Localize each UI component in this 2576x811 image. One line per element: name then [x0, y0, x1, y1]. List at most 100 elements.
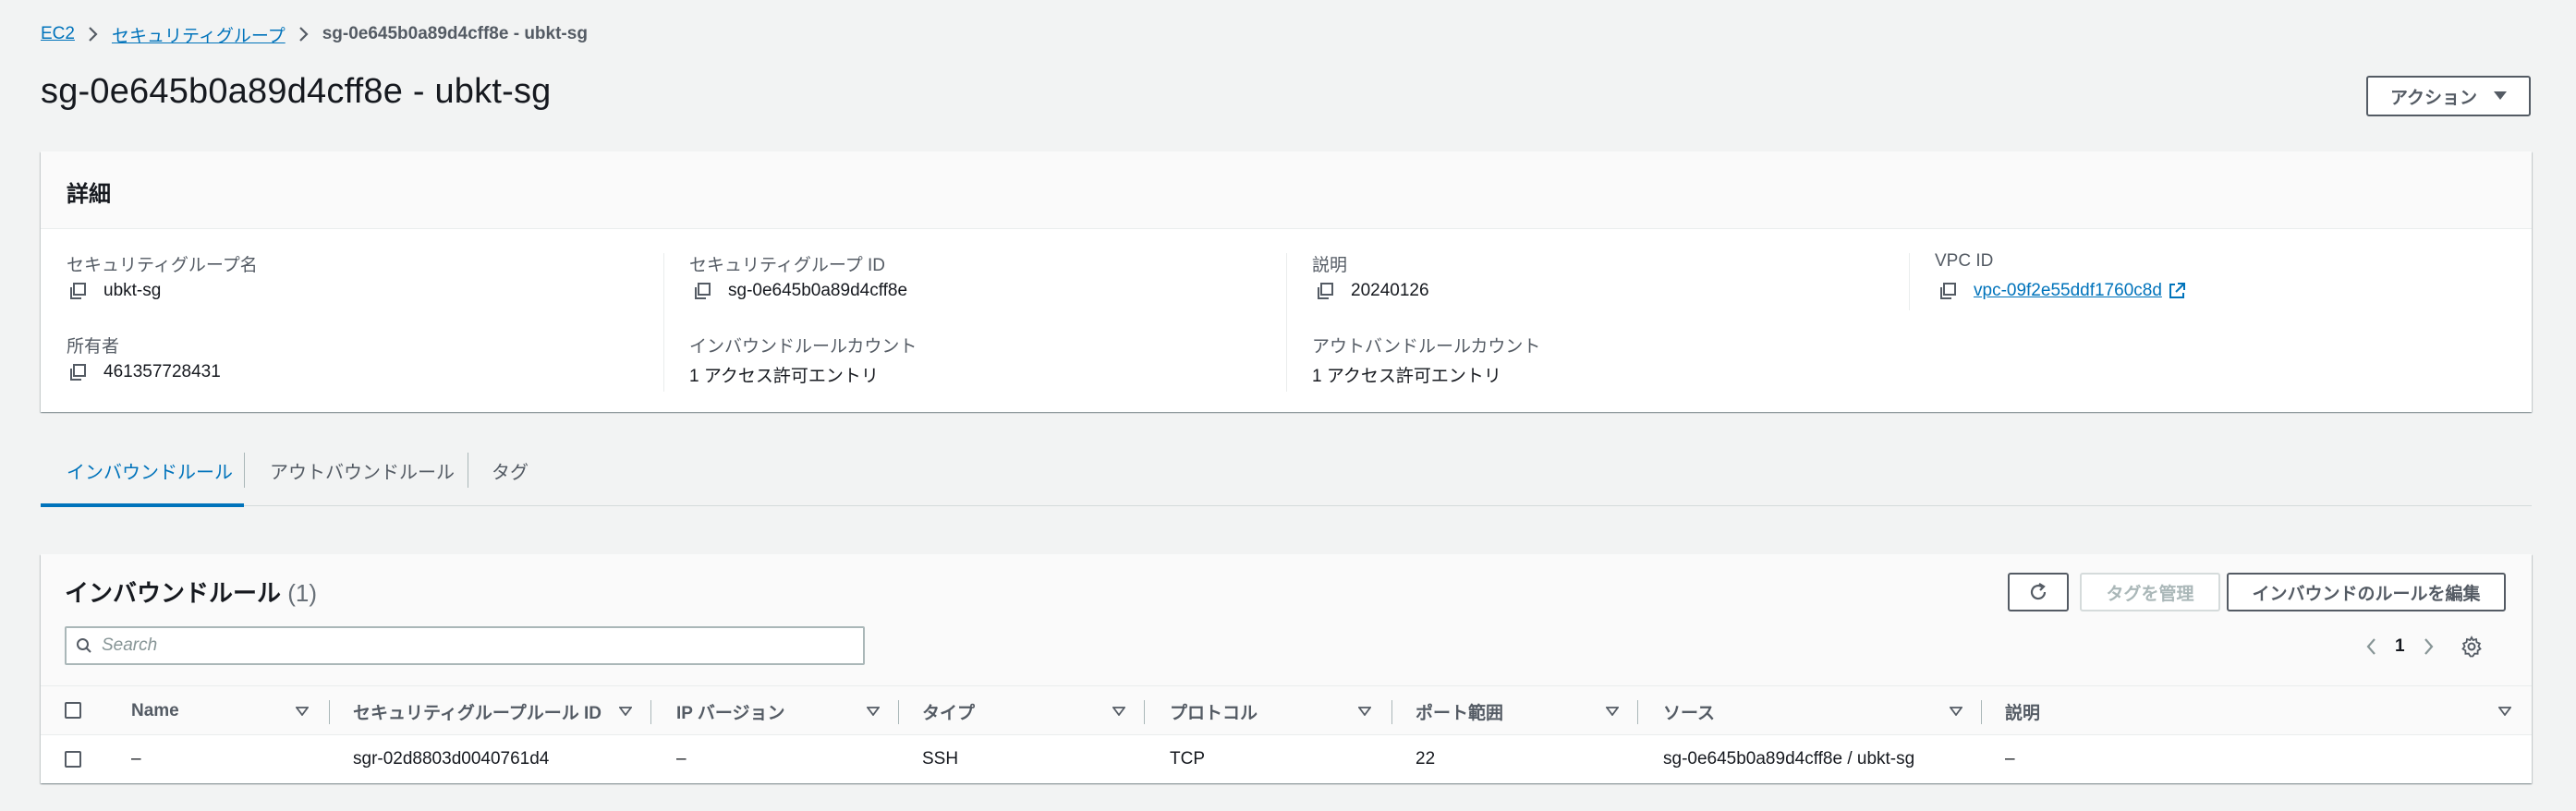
angle-left-icon[interactable] [2362, 637, 2382, 656]
vpc-id-link[interactable]: vpc-09f2e55ddf1760c8d [1974, 281, 2162, 301]
column-header-protocol[interactable]: プロトコル [1170, 686, 1258, 736]
details-panel-header: 詳細 [41, 151, 2532, 229]
cell-name: – [131, 749, 141, 769]
sort-caret-icon[interactable] [296, 686, 309, 736]
edit-inbound-rules-label: インバウンドのルールを編集 [2252, 584, 2481, 604]
column-divider [898, 700, 899, 724]
copy-icon[interactable] [68, 363, 87, 381]
column-header-name[interactable]: Name [131, 686, 179, 736]
page-number[interactable]: 1 [2395, 636, 2405, 657]
details-panel: 詳細 セキュリティグループ名 ubkt-sg セキュリティグループ ID sg-… [41, 151, 2532, 412]
security-group-name-label: セキュリティグループ名 [67, 256, 258, 275]
owner-value: 461357728431 [68, 362, 221, 382]
inbound-rules-title-text: インバウンドルール [65, 579, 282, 607]
angle-right-icon[interactable] [2418, 637, 2438, 656]
column-header-port-range[interactable]: ポート範囲 [1416, 686, 1503, 736]
search-icon [67, 637, 92, 654]
breadcrumb-security-groups-link[interactable]: セキュリティグループ [112, 22, 286, 47]
security-group-name-value: ubkt-sg [68, 281, 161, 301]
refresh-button[interactable] [2008, 573, 2069, 611]
tab-outbound-rules[interactable]: アウトバウンドルール [270, 434, 455, 506]
description-label: 説明 [1312, 256, 1348, 275]
column-divider [650, 700, 651, 724]
column-header-rule-id[interactable]: セキュリティグループルール ID [353, 686, 601, 736]
select-all-checkbox[interactable] [65, 702, 81, 719]
tab-tags-label: タグ [492, 462, 529, 483]
copy-icon[interactable] [1938, 282, 1957, 300]
caret-down-icon [2494, 91, 2508, 101]
owner-text: 461357728431 [103, 362, 221, 381]
pagination: 1 [2362, 630, 2483, 663]
cell-protocol: TCP [1170, 749, 1205, 769]
chevron-right-icon [286, 26, 322, 42]
inbound-rules-count: (1) [287, 579, 318, 607]
column-header-type[interactable]: タイプ [922, 686, 975, 736]
description-value: 20240126 [1316, 281, 1429, 301]
security-group-name-text: ubkt-sg [103, 281, 162, 300]
tab-divider [244, 453, 245, 488]
column-divider [1391, 700, 1392, 724]
column-header-source[interactable]: ソース [1663, 686, 1715, 736]
manage-tags-button[interactable]: タグを管理 [2080, 573, 2220, 611]
column-header-ip-version[interactable]: IP バージョン [676, 686, 785, 736]
sort-caret-icon[interactable] [619, 686, 632, 736]
column-divider [663, 253, 664, 392]
column-divider [329, 700, 330, 724]
actions-button[interactable]: アクション [2366, 76, 2531, 116]
details-title: 詳細 [67, 182, 111, 207]
page-title: sg-0e645b0a89d4cff8e - ubkt-sg [41, 72, 552, 111]
search-box[interactable] [65, 626, 865, 665]
tab-outbound-rules-label: アウトバウンドルール [270, 462, 455, 483]
column-divider [1286, 253, 1287, 392]
tab-inbound-rules[interactable]: インバウンドルール [41, 434, 244, 507]
column-divider [1144, 700, 1145, 724]
copy-icon[interactable] [693, 282, 711, 300]
outbound-rule-count-value: 1 アクセス許可エントリ [1312, 367, 1501, 386]
copy-icon[interactable] [68, 282, 87, 300]
column-divider [1909, 253, 1910, 310]
breadcrumb-ec2-link[interactable]: EC2 [41, 24, 75, 44]
manage-tags-label: タグを管理 [2106, 584, 2194, 604]
sort-caret-icon[interactable] [867, 686, 880, 736]
vpc-id-label: VPC ID [1935, 251, 1994, 271]
edit-inbound-rules-button[interactable]: インバウンドのルールを編集 [2227, 573, 2506, 611]
cell-description: – [2005, 749, 2015, 769]
column-header-description[interactable]: 説明 [2005, 686, 2040, 736]
column-divider [1981, 700, 1982, 724]
sort-caret-icon[interactable] [2498, 686, 2511, 736]
actions-button-label: アクション [2389, 88, 2478, 108]
sort-caret-icon[interactable] [1112, 686, 1125, 736]
external-link-icon[interactable] [2168, 282, 2186, 300]
tab-tags[interactable]: タグ [492, 434, 529, 506]
tab-inbound-rules-label: インバウンドルール [67, 462, 233, 483]
copy-icon[interactable] [1316, 282, 1334, 300]
search-input[interactable] [102, 629, 863, 662]
sort-caret-icon[interactable] [1950, 686, 1962, 736]
tab-bar: インバウンドルール アウトバウンドルール タグ [41, 434, 2532, 507]
cell-port-range: 22 [1416, 749, 1436, 769]
table-header: Name セキュリティグループルール ID IP バージョン タイプ プロトコル… [41, 685, 2532, 735]
security-group-id-label: セキュリティグループ ID [689, 256, 885, 275]
sort-caret-icon[interactable] [1358, 686, 1371, 736]
settings-icon[interactable] [2461, 635, 2483, 658]
security-group-id-value: sg-0e645b0a89d4cff8e [693, 281, 907, 301]
vpc-id-value: vpc-09f2e55ddf1760c8d [1938, 281, 2186, 301]
breadcrumb: EC2 セキュリティグループ sg-0e645b0a89d4cff8e - ub… [41, 20, 588, 48]
cell-ip-version: – [676, 749, 687, 769]
row-select-checkbox[interactable] [65, 751, 81, 768]
cell-type: SSH [922, 749, 959, 769]
refresh-icon [2028, 582, 2048, 602]
chevron-right-icon [75, 26, 112, 42]
outbound-rule-count-label: アウトバンドルールカウント [1312, 337, 1541, 357]
table-row[interactable]: – sgr-02d8803d0040761d4 – SSH TCP 22 sg-… [41, 735, 2532, 783]
breadcrumb-current: sg-0e645b0a89d4cff8e - ubkt-sg [322, 24, 588, 43]
sort-caret-icon[interactable] [1606, 686, 1619, 736]
description-text: 20240126 [1351, 281, 1429, 300]
column-divider [1637, 700, 1638, 724]
owner-label: 所有者 [67, 337, 120, 357]
inbound-rule-count-value: 1 アクセス許可エントリ [689, 367, 879, 386]
security-group-id-text: sg-0e645b0a89d4cff8e [728, 281, 908, 300]
cell-source: sg-0e645b0a89d4cff8e / ubkt-sg [1663, 749, 1915, 769]
inbound-rule-count-label: インバウンドルールカウント [689, 337, 917, 357]
inbound-rules-title: インバウンドルール (1) [65, 575, 317, 609]
